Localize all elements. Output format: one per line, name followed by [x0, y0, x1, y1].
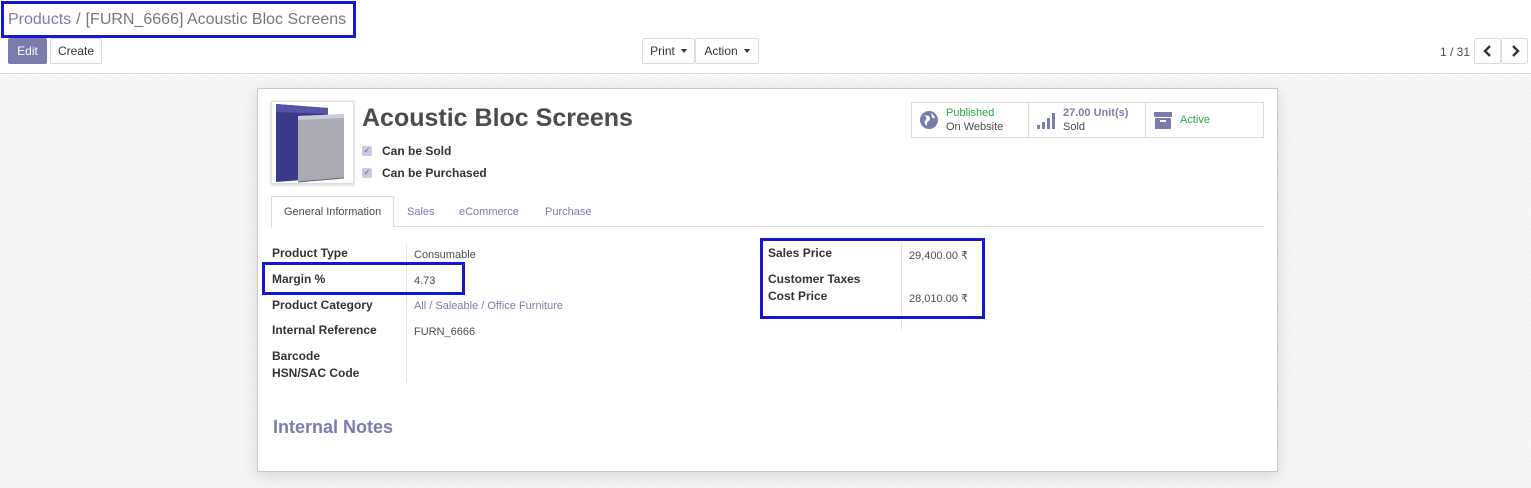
product-name[interactable]: Acoustic Bloc Screens	[362, 104, 633, 133]
create-button[interactable]: Create	[50, 38, 102, 64]
can-be-sold-checkbox-row[interactable]: ✓ Can be Sold	[362, 144, 451, 158]
can-be-purchased-label: Can be Purchased	[382, 166, 487, 180]
print-dropdown[interactable]: Print	[642, 38, 695, 64]
chevron-right-icon	[1511, 45, 1520, 57]
caret-down-icon	[680, 49, 687, 53]
product-category-link[interactable]: All / Saleable / Office Furniture	[414, 300, 563, 312]
checkbox-checked-icon[interactable]: ✓	[362, 168, 372, 178]
tab-purchase[interactable]: Purchase	[545, 196, 591, 227]
pager-previous-button[interactable]	[1474, 38, 1501, 64]
active-label: Active	[1180, 114, 1210, 126]
hsn-sac-code-label: HSN/SAC Code	[272, 366, 360, 380]
internal-notes-title: Internal Notes	[273, 417, 394, 437]
signal-bars-icon	[1037, 113, 1055, 129]
edit-button[interactable]: Edit	[8, 38, 47, 64]
tab-sales[interactable]: Sales	[407, 196, 435, 227]
margin-value: 4.73	[414, 275, 436, 287]
barcode-label: Barcode	[272, 349, 321, 363]
customer-taxes-label: Customer Taxes	[768, 272, 861, 286]
internal-reference-value: FURN_6666	[414, 326, 476, 338]
breadcrumb-separator: /	[76, 11, 81, 28]
margin-label: Margin %	[272, 272, 326, 286]
control-panel: Products / [FURN_6666] Acoustic Bloc Scree…	[0, 0, 1531, 74]
pager-value[interactable]: 1 / 31	[1440, 45, 1470, 59]
tab-general-information[interactable]: General Information	[271, 196, 395, 228]
sold-value: 27.00 Unit(s)	[1063, 107, 1129, 119]
sold-label: Sold	[1063, 121, 1086, 133]
pager-next-button[interactable]	[1501, 38, 1528, 64]
published-sub: On Website	[946, 121, 1004, 133]
globe-icon	[920, 111, 938, 129]
can-be-sold-label: Can be Sold	[382, 144, 452, 158]
sales-price-value: 29,400.00 ₹	[909, 250, 968, 262]
chevron-left-icon	[1482, 45, 1491, 57]
product-type-label: Product Type	[272, 246, 348, 260]
active-toggle-button[interactable]: Active	[1146, 103, 1263, 137]
cost-price-label: Cost Price	[768, 289, 828, 303]
sold-smart-button[interactable]: 27.00 Unit(s) Sold	[1029, 103, 1146, 137]
print-label: Print	[650, 44, 675, 58]
action-dropdown[interactable]: Action	[695, 38, 759, 64]
action-label: Action	[704, 44, 738, 58]
checkbox-checked-icon[interactable]: ✓	[362, 146, 372, 156]
breadcrumb-products-link[interactable]: Products	[8, 11, 71, 28]
breadcrumb: Products / [FURN_6666] Acoustic Bloc Scree…	[8, 11, 346, 29]
archive-icon	[1154, 112, 1172, 129]
field-divider	[406, 244, 407, 382]
tab-ecommerce[interactable]: eCommerce	[459, 196, 519, 227]
notebook-tabs: General Information Sales eCommerce Purc…	[271, 196, 1264, 228]
internal-reference-label: Internal Reference	[272, 323, 377, 337]
published-smart-button[interactable]: Published On Website	[912, 103, 1029, 137]
product-photo	[272, 102, 353, 183]
product-category-label: Product Category	[272, 298, 373, 312]
smart-buttons: Published On Website 27.00 Unit(s) Sold …	[911, 102, 1264, 138]
caret-down-icon	[743, 49, 750, 53]
cost-price-value: 28,010.00 ₹	[909, 293, 968, 305]
breadcrumb-current: [FURN_6666] Acoustic Bloc Screens	[85, 11, 347, 28]
sales-price-label: Sales Price	[768, 246, 833, 260]
product-image[interactable]	[271, 101, 354, 184]
field-divider	[901, 244, 902, 330]
product-type-value: Consumable	[414, 249, 476, 261]
can-be-purchased-checkbox-row[interactable]: ✓ Can be Purchased	[362, 166, 487, 180]
published-status: Published	[946, 107, 995, 119]
